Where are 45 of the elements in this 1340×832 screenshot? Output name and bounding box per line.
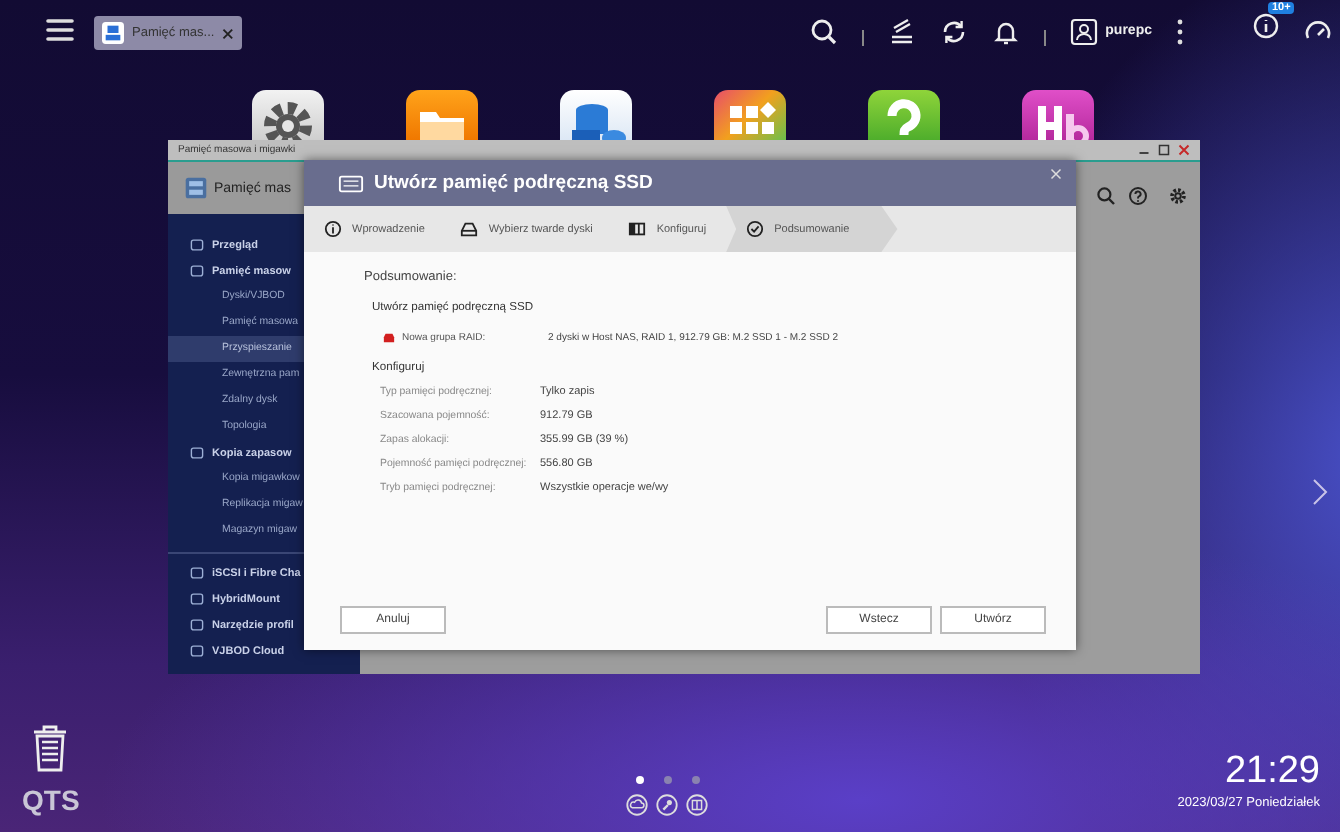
question-app-icon[interactable] — [868, 90, 940, 140]
settings-icon[interactable] — [1168, 186, 1188, 206]
check-circle-icon — [746, 220, 765, 238]
search-icon[interactable] — [1096, 186, 1116, 206]
columns-icon — [628, 220, 647, 238]
trash-icon[interactable] — [30, 724, 71, 772]
more-icon[interactable] — [1176, 17, 1184, 45]
close-icon[interactable] — [1178, 144, 1190, 156]
storage-app-icon[interactable] — [560, 90, 632, 140]
clock-time: 21:29 — [1224, 752, 1320, 790]
square-icon — [190, 644, 204, 658]
wrench-icon[interactable] — [656, 794, 678, 816]
folder-app-icon[interactable] — [406, 90, 478, 140]
help-icon[interactable] — [1128, 186, 1148, 206]
square-icon — [190, 238, 204, 252]
page-dot[interactable] — [691, 776, 699, 784]
grid-app-icon[interactable] — [714, 90, 786, 140]
info-icon — [324, 220, 342, 238]
square-icon — [190, 618, 204, 632]
menu-icon[interactable] — [46, 18, 74, 42]
bell-icon[interactable] — [991, 17, 1020, 45]
drive-icon — [460, 220, 479, 238]
storage-icon — [184, 176, 208, 200]
square-icon — [190, 446, 204, 460]
stack-icon[interactable] — [887, 17, 916, 45]
book-icon[interactable] — [686, 794, 708, 816]
maximize-icon[interactable] — [1158, 144, 1170, 156]
sync-icon[interactable] — [939, 17, 968, 45]
cloud-icon[interactable] — [626, 794, 648, 816]
ssd-icon — [338, 173, 364, 193]
user-icon[interactable] — [1069, 17, 1098, 45]
dialog-title: Utwórz pamięć podręczną SSD — [374, 172, 655, 194]
page-dot[interactable] — [663, 776, 671, 784]
page-dot[interactable] — [635, 776, 643, 784]
chevron-right-icon[interactable] — [1312, 478, 1328, 506]
square-icon — [190, 592, 204, 606]
search-icon[interactable] — [809, 17, 838, 45]
storage-icon — [102, 22, 124, 44]
square-icon — [190, 566, 204, 580]
qts-logo: QTS — [22, 784, 80, 816]
close-icon[interactable] — [222, 27, 234, 39]
gear-app-icon[interactable] — [252, 90, 324, 140]
info-icon[interactable] — [1252, 12, 1280, 40]
backup-app-icon[interactable] — [1022, 90, 1094, 140]
square-icon — [190, 264, 204, 278]
